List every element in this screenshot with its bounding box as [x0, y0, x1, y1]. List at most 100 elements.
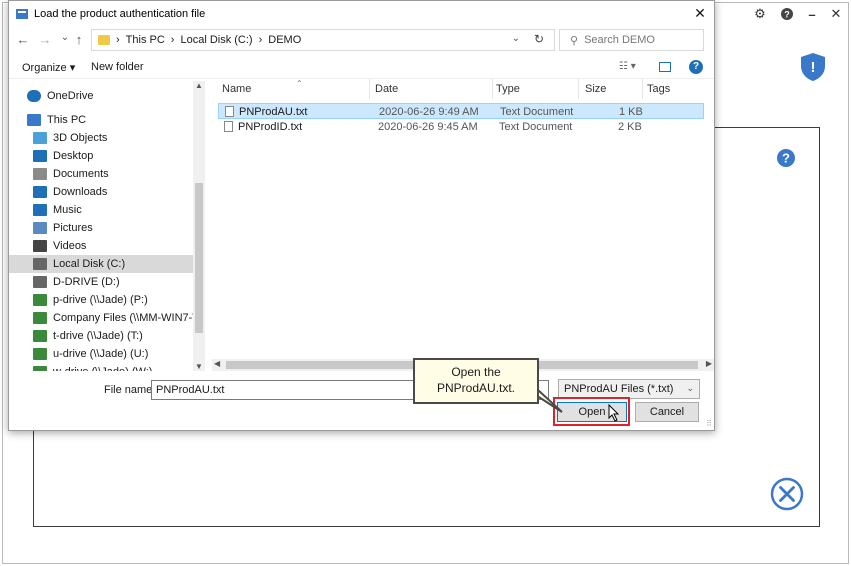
help-icon[interactable]: ? [689, 60, 703, 74]
file-row-pnprodid[interactable]: PNProdID.txt 2020-06-26 9:45 AM Text Doc… [218, 119, 704, 135]
nav-item[interactable]: Company Files (\\MM-WIN7-W64) ( [9, 309, 193, 327]
address-bar[interactable]: › This PC › Local Disk (C:) › DEMO ⌄ ↻ [91, 29, 555, 51]
nav-item[interactable]: Music [9, 201, 193, 219]
computer-icon [27, 114, 41, 126]
nav-item-label: p-drive (\\Jade) (P:) [53, 294, 148, 306]
open-file-dialog: Load the product authentication file ✕ ←… [8, 0, 715, 431]
nav-item[interactable]: Pictures [9, 219, 193, 237]
network-drive-icon [33, 366, 47, 371]
breadcrumb-local-disk[interactable]: Local Disk (C:) [180, 34, 252, 46]
svg-text:?: ? [782, 151, 790, 166]
file-type: Text Document [499, 121, 573, 133]
nav-item[interactable]: Desktop [9, 147, 193, 165]
nav-item[interactable]: p-drive (\\Jade) (P:) [9, 291, 193, 309]
help-icon[interactable]: ? [777, 5, 797, 23]
column-tags[interactable]: Tags [647, 83, 670, 95]
callout-line-2: PNProdAU.txt. [436, 381, 516, 395]
file-size: 2 KB [618, 121, 642, 133]
breadcrumb-sep: › [258, 34, 263, 46]
search-box[interactable]: ⚲ Search DEMO [559, 29, 704, 51]
dialog-titlebar: Load the product authentication file ✕ [9, 1, 714, 27]
command-bar: Organize ▾ New folder ☷ ▾ ? [9, 57, 714, 79]
chevron-down-icon[interactable]: ⌄ [512, 33, 520, 44]
network-drive-icon [33, 330, 47, 342]
column-divider[interactable] [578, 79, 579, 99]
search-placeholder: Search DEMO [584, 34, 655, 46]
nav-item[interactable]: D-DRIVE (D:) [9, 273, 193, 291]
shield-icon: ! [801, 53, 825, 81]
app-icon [16, 9, 28, 19]
column-divider[interactable] [492, 79, 493, 99]
nav-item-label: Local Disk (C:) [53, 258, 126, 270]
scroll-left-icon[interactable]: ◀ [214, 359, 220, 368]
file-date: 2020-06-26 9:45 AM [378, 121, 478, 133]
nav-item[interactable]: t-drive (\\Jade) (T:) [9, 327, 193, 345]
new-folder-button[interactable]: New folder [91, 61, 144, 73]
pictures-icon [33, 222, 47, 234]
network-drive-icon [33, 294, 47, 306]
scroll-down-icon[interactable]: ▼ [195, 362, 203, 371]
forward-icon[interactable]: → [37, 32, 53, 50]
nav-item[interactable]: w-drive (\\Jade) (W:) [9, 363, 193, 371]
nav-item[interactable]: u-drive (\\Jade) (U:) [9, 345, 193, 363]
drive-icon [33, 258, 47, 270]
refresh-icon[interactable]: ↻ [534, 32, 544, 46]
folder-icon [98, 35, 110, 45]
nav-item[interactable]: Local Disk (C:) [9, 255, 193, 273]
column-size[interactable]: Size [585, 83, 606, 95]
help-circle-icon[interactable]: ? [776, 148, 796, 168]
up-icon[interactable]: ↑ [71, 32, 87, 50]
tutorial-callout: Open the PNProdAU.txt. [413, 358, 539, 404]
close-circle-icon[interactable] [770, 477, 804, 511]
document-icon [33, 168, 47, 180]
svg-text:?: ? [784, 10, 790, 20]
column-date[interactable]: Date [375, 83, 398, 95]
preview-pane-icon[interactable] [659, 62, 671, 72]
breadcrumb-sep: › [170, 34, 175, 46]
nav-item-label: w-drive (\\Jade) (W:) [53, 366, 152, 371]
column-divider[interactable] [642, 79, 643, 99]
nav-item-label: Documents [53, 168, 109, 180]
svg-text:!: ! [811, 59, 816, 76]
nav-scrollbar[interactable]: ▲ ▼ [193, 81, 205, 371]
nav-item-label: D-DRIVE (D:) [53, 276, 120, 288]
nav-item-label: OneDrive [47, 90, 94, 102]
navigation-pane: OneDrive This PC 3D Objects Desktop Document… [9, 81, 205, 371]
nav-item-label: Desktop [53, 150, 94, 162]
video-icon [33, 240, 47, 252]
dialog-close-button[interactable]: ✕ [692, 5, 708, 22]
mouse-cursor-icon [608, 404, 620, 422]
nav-item[interactable]: Downloads [9, 183, 193, 201]
file-name: PNProdAU.txt [239, 106, 308, 118]
file-date: 2020-06-26 9:49 AM [379, 106, 479, 118]
scroll-right-icon[interactable]: ▶ [706, 359, 712, 368]
app-close-button[interactable]: ✕ [826, 5, 846, 23]
nav-item-label: Downloads [53, 186, 108, 198]
nav-item-label: This PC [47, 114, 87, 126]
nav-item[interactable]: Videos [9, 237, 193, 255]
column-name[interactable]: Name [222, 83, 251, 95]
chevron-down-icon: ⌄ [686, 383, 694, 393]
minimize-button[interactable]: – [802, 5, 822, 23]
nav-item[interactable]: OneDrive [9, 87, 193, 105]
file-row-pnprodau[interactable]: PNProdAU.txt 2020-06-26 9:49 AM Text Doc… [218, 103, 704, 119]
gear-icon[interactable]: ⚙ [750, 5, 770, 23]
resize-grip-icon[interactable]: ⠿ [706, 419, 712, 428]
breadcrumb-this-pc[interactable]: This PC [126, 34, 165, 46]
network-drive-icon [33, 312, 47, 324]
view-options-icon[interactable]: ☷ ▾ [619, 61, 636, 72]
back-icon[interactable]: ← [15, 32, 31, 50]
nav-item[interactable]: This PC [9, 111, 193, 129]
nav-item[interactable]: Documents [9, 165, 193, 183]
scroll-up-icon[interactable]: ▲ [195, 81, 203, 90]
text-file-icon [225, 106, 234, 117]
file-type-select[interactable]: PNProdAU Files (*.txt) ⌄ [558, 379, 700, 399]
organize-button[interactable]: Organize ▾ [22, 61, 75, 74]
scroll-thumb[interactable] [195, 183, 203, 333]
nav-item[interactable]: 3D Objects [9, 129, 193, 147]
file-type-value: PNProdAU Files (*.txt) [564, 383, 674, 395]
breadcrumb-demo[interactable]: DEMO [268, 34, 301, 46]
cancel-button[interactable]: Cancel [635, 402, 699, 422]
column-type[interactable]: Type [496, 83, 520, 95]
column-divider[interactable] [369, 79, 370, 99]
